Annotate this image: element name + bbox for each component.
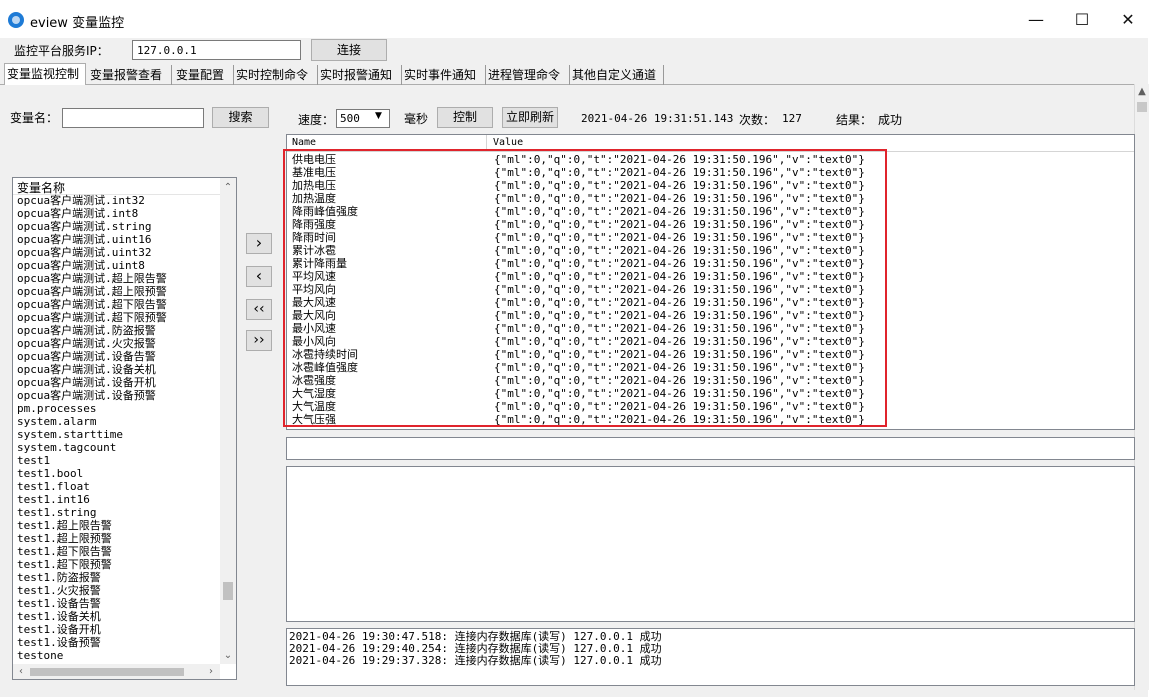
result-label: 结果：	[836, 113, 873, 127]
chevron-down-icon: ▼	[375, 111, 382, 121]
chevron-down-icon[interactable]: ⌄	[220, 648, 236, 664]
tab-variable-alarm[interactable]: 变量报警查看	[88, 65, 172, 85]
variable-list-item[interactable]: opcua客户端测试.超上限告警	[13, 272, 220, 285]
tab-process-management[interactable]: 进程管理命令	[486, 65, 570, 85]
tab-custom-channel[interactable]: 其他自定义通道	[570, 65, 664, 85]
variable-list-item[interactable]: opcua客户端测试.int8	[13, 207, 220, 220]
variable-list-item[interactable]: opcua客户端测试.int32	[13, 194, 220, 207]
variable-list-item[interactable]: opcua客户端测试.设备开机	[13, 376, 220, 389]
variable-list-items: opcua客户端测试.int32 opcua客户端测试.int8 opcua客户端测…	[13, 194, 220, 664]
variable-list-item[interactable]: test1.超下限预警	[13, 558, 220, 571]
variable-list-item[interactable]: test1.超上限预警	[13, 532, 220, 545]
variable-list-item[interactable]: opcua客户端测试.uint32	[13, 246, 220, 259]
variable-list-item[interactable]: opcua客户端测试.设备告警	[13, 350, 220, 363]
variable-list-vscroll[interactable]: ⌃ ⌄	[220, 178, 236, 664]
add-all-button[interactable]: ››	[246, 330, 272, 351]
panel-scrollbar[interactable]: ▲	[1134, 84, 1149, 690]
variable-list-item[interactable]: opcua客户端测试.uint16	[13, 233, 220, 246]
variable-list-item[interactable]: test1.超上限告警	[13, 519, 220, 532]
connect-button[interactable]: 连接	[311, 39, 387, 61]
chevron-left-icon[interactable]: ‹	[13, 664, 29, 679]
variable-list-item[interactable]: test1.设备告警	[13, 597, 220, 610]
variable-list-item[interactable]: system.starttime	[13, 428, 220, 441]
server-ip-label: 监控平台服务IP：	[14, 44, 109, 58]
variable-list-item[interactable]: test1.防盗报警	[13, 571, 220, 584]
detail-text-area[interactable]	[286, 466, 1135, 622]
scroll-thumb[interactable]	[1137, 102, 1147, 112]
variable-list-item[interactable]: opcua客户端测试.防盗报警	[13, 324, 220, 337]
tab-variable-monitor[interactable]: 变量监视控制	[4, 63, 86, 85]
scroll-thumb[interactable]	[30, 668, 184, 676]
speed-value: 500	[340, 112, 360, 125]
variable-list-item[interactable]: system.alarm	[13, 415, 220, 428]
variable-list-item[interactable]: system.tagcount	[13, 441, 220, 454]
variable-list-item[interactable]: test1.设备开机	[13, 623, 220, 636]
title-bar: eview 变量监控 — ☐ ✕	[0, 0, 1151, 38]
app-icon	[8, 12, 24, 28]
command-input[interactable]	[286, 437, 1135, 460]
speed-label: 速度：	[298, 113, 335, 127]
variable-list-item[interactable]: test1.float	[13, 480, 220, 493]
variable-list-item[interactable]: test1.int16	[13, 493, 220, 506]
minimize-button[interactable]: —	[1013, 4, 1059, 36]
speed-select[interactable]: 500 ▼	[336, 109, 390, 128]
variable-search-input[interactable]	[62, 108, 204, 128]
milliseconds-label: 毫秒	[404, 112, 429, 126]
count-label: 次数：	[739, 113, 776, 127]
count-value: 127	[782, 112, 802, 125]
scroll-thumb[interactable]	[223, 582, 233, 600]
server-ip-input[interactable]	[132, 40, 301, 60]
highlight-box	[283, 149, 887, 427]
tab-realtime-alarm[interactable]: 实时报警通知	[318, 65, 402, 85]
chevron-up-icon[interactable]: ⌃	[220, 180, 236, 196]
remove-one-button[interactable]: ‹	[246, 266, 272, 287]
variable-list-item[interactable]: opcua客户端测试.火灾报警	[13, 337, 220, 350]
variable-list-item[interactable]: opcua客户端测试.设备预警	[13, 389, 220, 402]
variable-list-item[interactable]: test1.超下限告警	[13, 545, 220, 558]
variable-list-item[interactable]: testone	[13, 649, 220, 662]
control-button[interactable]: 控制	[437, 107, 493, 128]
tab-realtime-control[interactable]: 实时控制命令	[234, 65, 318, 85]
variable-list-item[interactable]: opcua客户端测试.超上限预警	[13, 285, 220, 298]
tab-variable-config[interactable]: 变量配置	[174, 65, 234, 85]
log-entry: 2021-04-26 19:29:37.328: 连接内存数据库(读写) 127…	[289, 654, 662, 667]
refresh-now-button[interactable]: 立即刷新	[502, 107, 558, 128]
close-button[interactable]: ✕	[1105, 4, 1151, 36]
variable-list-header[interactable]: 变量名称	[13, 178, 220, 195]
variable-list-item[interactable]: opcua客户端测试.设备关机	[13, 363, 220, 376]
variable-list-item[interactable]: opcua客户端测试.超下限告警	[13, 298, 220, 311]
variable-list-item[interactable]: test1.设备关机	[13, 610, 220, 623]
variable-list-item[interactable]: test1.string	[13, 506, 220, 519]
chevron-right-icon[interactable]: ›	[203, 664, 219, 679]
variable-list-item[interactable]: test1.bool	[13, 467, 220, 480]
chevron-up-icon[interactable]: ▲	[1135, 84, 1149, 100]
tab-realtime-event[interactable]: 实时事件通知	[402, 65, 486, 85]
result-value: 成功	[878, 113, 903, 127]
variable-list-item[interactable]: test1.火灾报警	[13, 584, 220, 597]
variable-name-label: 变量名：	[10, 111, 59, 125]
maximize-button[interactable]: ☐	[1059, 4, 1105, 36]
log-area[interactable]: 2021-04-26 19:30:47.518: 连接内存数据库(读写) 127…	[286, 628, 1135, 686]
variable-list-item[interactable]: opcua客户端测试.超下限预警	[13, 311, 220, 324]
variable-list-item[interactable]: test1.设备预警	[13, 636, 220, 649]
search-button[interactable]: 搜索	[212, 107, 269, 128]
variable-list-item[interactable]: pm.processes	[13, 402, 220, 415]
last-refresh-timestamp: 2021-04-26 19:31:51.143	[581, 112, 734, 125]
variable-list[interactable]: 变量名称 opcua客户端测试.int32 opcua客户端测试.int8 opcu…	[12, 177, 237, 680]
remove-all-button[interactable]: ‹‹	[246, 299, 272, 320]
variable-list-hscroll[interactable]: ‹ ›	[13, 664, 220, 679]
window-title: eview 变量监控	[30, 16, 125, 31]
variable-list-item[interactable]: test1	[13, 454, 220, 467]
variable-list-item[interactable]: opcua客户端测试.string	[13, 220, 220, 233]
variable-list-item[interactable]: opcua客户端测试.uint8	[13, 259, 220, 272]
add-one-button[interactable]: ›	[246, 233, 272, 254]
